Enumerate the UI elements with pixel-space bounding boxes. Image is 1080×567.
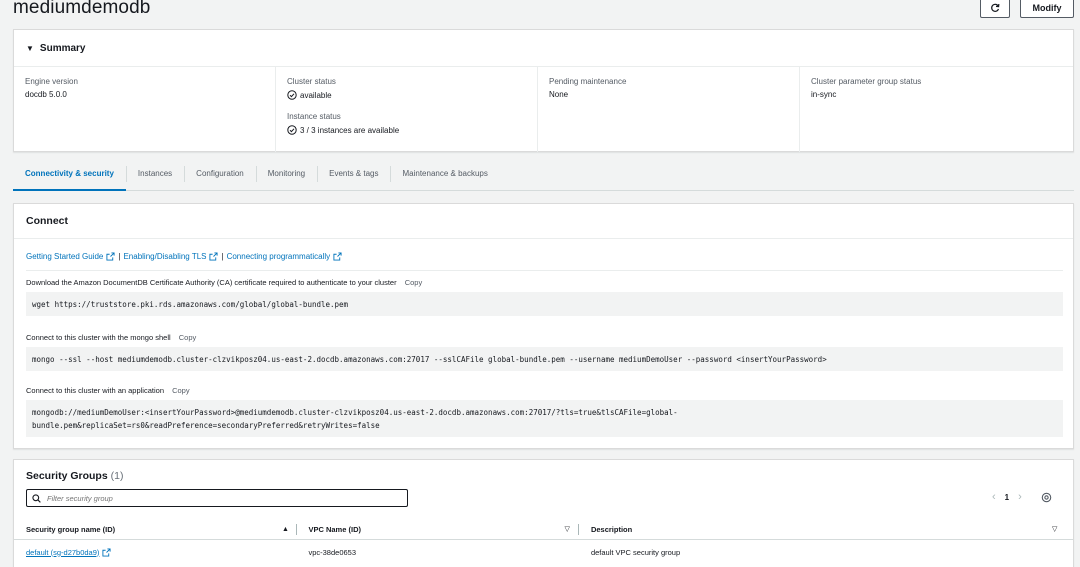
connect-panel: Connect Getting Started Guide | Enabling… <box>13 203 1074 449</box>
table-cell-sg-name: default (sg-d27b0da9) <box>14 542 296 562</box>
sort-ascending-icon[interactable]: ▲ <box>282 526 289 533</box>
chevron-right-icon[interactable]: › <box>1018 491 1022 503</box>
copy-app-command-button[interactable]: Copy <box>172 386 190 395</box>
engine-version-section: Engine version docdb 5.0.0 <box>14 67 276 152</box>
external-link-icon <box>102 547 111 557</box>
column-header-description[interactable]: Description ▽ <box>579 519 1073 539</box>
instance-status-value: 3 / 3 instances are available <box>300 125 400 135</box>
app-command-line: mongodb://mediumDemoUser:<insertYourPass… <box>32 408 678 417</box>
param-group-status-value: in-sync <box>811 90 837 99</box>
detail-tabs: Connectivity & security Instances Config… <box>13 160 1074 191</box>
external-link-icon <box>333 252 342 261</box>
table-cell-description: default VPC security group <box>590 547 681 557</box>
external-link-icon <box>106 252 115 261</box>
chevron-left-icon[interactable]: ‹ <box>992 491 996 503</box>
table-row: default (sg-d27b0da9) vpc-38de0653 defau… <box>14 542 1073 562</box>
summary-title: Summary <box>39 42 86 54</box>
tab-configuration[interactable]: Configuration <box>184 160 256 190</box>
app-command-line: bundle.pem&replicaSet=rs0&readPreference… <box>32 421 380 430</box>
sort-icon[interactable]: ▽ <box>1052 525 1057 533</box>
app-label-row: Connect to this cluster with an applicat… <box>26 386 190 395</box>
param-group-status-section: Cluster parameter group status in-sync <box>800 67 1062 152</box>
getting-started-link[interactable]: Getting Started Guide <box>26 252 103 261</box>
pending-maintenance-value: None <box>549 90 569 99</box>
search-icon <box>32 493 41 503</box>
security-groups-count: (1) <box>110 470 124 482</box>
column-header-sg-name[interactable]: Security group name (ID) ▲ <box>14 519 297 539</box>
tab-instances[interactable]: Instances <box>125 160 184 190</box>
check-circle-icon <box>287 90 297 100</box>
ca-certificate-label: Download the Amazon DocumentDB Certifica… <box>26 278 397 287</box>
app-command-box[interactable]: mongodb://mediumDemoUser:<insertYourPass… <box>26 400 1063 437</box>
security-group-link[interactable]: default (sg-d27b0da9) <box>26 548 99 557</box>
column-header-label: Description <box>590 524 633 534</box>
column-header-label: Security group name (ID) <box>26 524 116 534</box>
application-label: Connect to this cluster with an applicat… <box>26 386 164 395</box>
gear-icon[interactable] <box>1041 492 1052 503</box>
check-circle-icon <box>287 125 297 135</box>
connect-title: Connect <box>26 215 68 227</box>
security-groups-heading: Security Groups (1) <box>26 470 123 482</box>
copy-shell-command-button[interactable]: Copy <box>179 333 197 342</box>
refresh-icon <box>991 3 1000 12</box>
cluster-status-label: Cluster status <box>287 77 336 86</box>
cluster-status-section: Cluster status available Instance status… <box>276 67 538 152</box>
copy-ca-command-button[interactable]: Copy <box>405 278 423 287</box>
connect-links: Getting Started Guide | Enabling/Disabli… <box>26 252 342 261</box>
column-header-vpc-name[interactable]: VPC Name (ID) ▽ <box>296 519 580 539</box>
column-header-label: VPC Name (ID) <box>308 524 361 534</box>
connecting-programmatically-link[interactable]: Connecting programmatically <box>227 252 331 261</box>
sort-icon[interactable]: ▽ <box>564 525 569 533</box>
modify-button[interactable]: Modify <box>1020 0 1074 18</box>
tab-connectivity-security[interactable]: Connectivity & security <box>13 160 126 191</box>
instance-status-label: Instance status <box>287 112 341 121</box>
divider <box>26 270 1063 271</box>
table-header: Security group name (ID) ▲ VPC Name (ID)… <box>14 519 1073 540</box>
tab-maintenance-backups[interactable]: Maintenance & backups <box>390 160 499 190</box>
ca-command-box[interactable]: wget https://truststore.pki.rds.amazonaw… <box>26 292 1063 316</box>
engine-version-value: docdb 5.0.0 <box>25 90 67 99</box>
security-groups-title: Security Groups <box>26 470 108 482</box>
shell-label-row: Connect to this cluster with the mongo s… <box>26 333 196 342</box>
param-group-status-label: Cluster parameter group status <box>811 77 922 86</box>
pending-maintenance-section: Pending maintenance None <box>538 67 800 152</box>
link-separator: | <box>221 252 224 261</box>
divider <box>14 238 1073 239</box>
cluster-status-value: available <box>300 90 332 100</box>
shell-command-box[interactable]: mongo --ssl --host mediumdemodb.cluster-… <box>26 347 1063 371</box>
pending-maintenance-label: Pending maintenance <box>549 77 627 86</box>
engine-version-label: Engine version <box>25 77 78 86</box>
external-link-icon <box>209 252 219 261</box>
table-cell-vpc: vpc-38de0653 <box>308 547 357 557</box>
security-group-filter[interactable] <box>26 489 408 507</box>
security-groups-panel: Security Groups (1) ‹ 1 › Security group… <box>13 459 1074 567</box>
pagination: ‹ 1 › <box>992 491 1052 503</box>
caret-down-icon: ▼ <box>26 43 34 53</box>
tab-events-tags[interactable]: Events & tags <box>317 160 390 190</box>
tab-monitoring[interactable]: Monitoring <box>255 160 317 190</box>
mongo-shell-label: Connect to this cluster with the mongo s… <box>26 333 171 342</box>
page-number[interactable]: 1 <box>1005 493 1009 502</box>
refresh-button[interactable] <box>980 0 1010 18</box>
ca-certificate-label-row: Download the Amazon DocumentDB Certifica… <box>26 278 422 287</box>
page-title: mediumdemodb <box>13 0 151 18</box>
summary-header[interactable]: ▼ Summary <box>14 30 1073 67</box>
link-separator: | <box>118 252 121 261</box>
security-group-filter-input[interactable] <box>47 493 387 503</box>
enabling-tls-link[interactable]: Enabling/Disabling TLS <box>123 252 206 261</box>
summary-panel: ▼ Summary Engine version docdb 5.0.0 Clu… <box>13 29 1074 152</box>
